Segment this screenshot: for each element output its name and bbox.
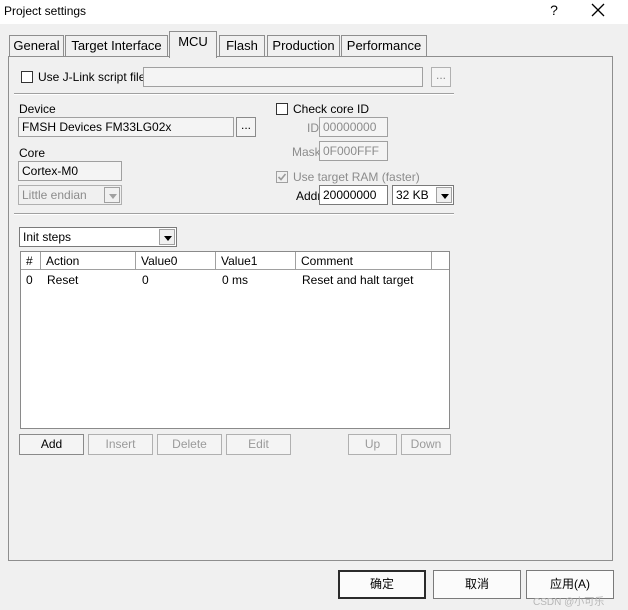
- separator: [14, 213, 454, 215]
- ok-button[interactable]: 确定: [338, 570, 426, 599]
- move-up-button[interactable]: Up: [348, 434, 397, 455]
- core-mask-field[interactable]: 0F000FFF: [319, 141, 388, 161]
- column-header-value0[interactable]: Value0: [136, 252, 216, 270]
- jlink-script-checkbox[interactable]: [21, 71, 33, 83]
- check-core-id-label: Check core ID: [293, 102, 370, 116]
- jlink-script-browse-button[interactable]: ...: [431, 67, 451, 87]
- device-label: Device: [19, 102, 56, 116]
- edit-step-button[interactable]: Edit: [226, 434, 291, 455]
- cancel-button[interactable]: 取消: [433, 570, 521, 599]
- init-steps-value: Init steps: [23, 230, 72, 244]
- device-browse-button[interactable]: ...: [236, 117, 256, 137]
- endian-select[interactable]: Little endian: [18, 185, 122, 205]
- core-label: Core: [19, 146, 46, 160]
- row-action: Reset: [47, 273, 79, 287]
- core-field: Cortex-M0: [18, 161, 122, 181]
- device-field[interactable]: FMSH Devices FM33LG02x: [18, 117, 234, 137]
- row-comment: Reset and halt target: [302, 273, 414, 287]
- row-num: 0: [26, 273, 33, 287]
- watermark: CSDN @小可乐: [533, 597, 605, 608]
- check-core-id-checkbox[interactable]: [276, 103, 288, 115]
- chevron-down-icon: [104, 187, 120, 203]
- delete-step-button[interactable]: Delete: [157, 434, 222, 455]
- use-target-ram-label: Use target RAM (faster): [293, 170, 420, 184]
- core-id-field[interactable]: 00000000: [319, 117, 388, 137]
- separator: [14, 93, 454, 95]
- add-step-button[interactable]: Add: [19, 434, 84, 455]
- init-steps-select[interactable]: Init steps: [19, 227, 177, 247]
- column-header-value1[interactable]: Value1: [216, 252, 296, 270]
- row-value0: 0: [142, 273, 149, 287]
- column-header-filler: [432, 252, 449, 270]
- core-id-label: ID: [307, 121, 319, 135]
- column-header-num[interactable]: #: [21, 252, 41, 270]
- endian-value: Little endian: [22, 188, 87, 202]
- jlink-script-path-field[interactable]: [143, 67, 423, 87]
- core-mask-label: Mask: [292, 145, 321, 159]
- ram-size-value: 32 KB: [396, 188, 429, 202]
- column-header-action[interactable]: Action: [41, 252, 136, 270]
- column-header-comment[interactable]: Comment: [296, 252, 432, 270]
- move-down-button[interactable]: Down: [401, 434, 451, 455]
- init-steps-list[interactable]: # Action Value0 Value1 Comment 0 Reset 0…: [20, 251, 450, 429]
- chevron-down-icon: [436, 187, 452, 203]
- jlink-script-label: Use J-Link script file: [38, 70, 146, 84]
- ram-addr-field[interactable]: 20000000: [319, 185, 388, 205]
- chevron-down-icon: [159, 229, 175, 245]
- use-target-ram-checkbox[interactable]: [276, 171, 288, 183]
- ram-addr-label: Addr: [296, 189, 322, 203]
- insert-step-button[interactable]: Insert: [88, 434, 153, 455]
- row-value1: 0 ms: [222, 273, 249, 287]
- ram-size-select[interactable]: 32 KB: [392, 185, 454, 205]
- table-row[interactable]: 0 Reset 0 0 ms Reset and halt target: [21, 271, 449, 287]
- checkmark-icon: [277, 173, 287, 181]
